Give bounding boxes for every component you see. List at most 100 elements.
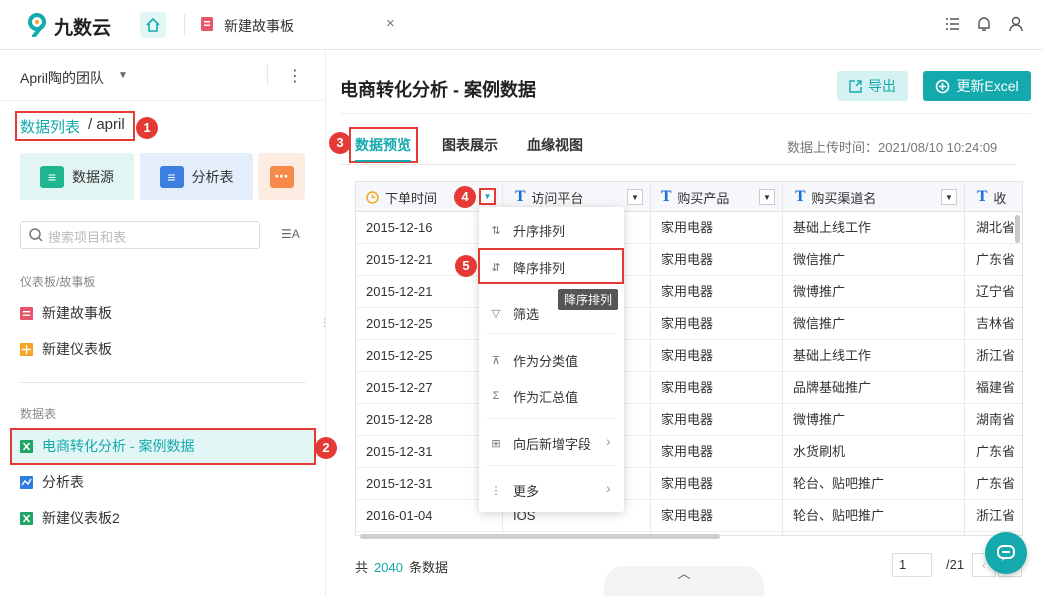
column-header-product[interactable]: T 购买产品: [661, 182, 729, 212]
table-cell: 广东省: [976, 252, 1016, 267]
tab-chart-view[interactable]: 图表展示: [442, 135, 498, 155]
record-count-suffix: 条数据: [408, 560, 448, 575]
section-title: 数据表: [20, 407, 57, 421]
table-cell: 家用电器: [661, 284, 714, 299]
column-dropdown-button[interactable]: ▼: [479, 188, 496, 205]
divider: [340, 164, 1016, 165]
table-cell: 浙江省: [976, 508, 1016, 523]
export-button[interactable]: 导出: [837, 71, 908, 101]
more-icon[interactable]: ⋮: [287, 66, 303, 86]
annotation-badge: 1: [136, 117, 158, 139]
column-dropdown-button[interactable]: ▼: [627, 189, 643, 205]
divider: [340, 113, 1030, 114]
list-icon[interactable]: [943, 15, 961, 33]
tooltip: 降序排列: [558, 289, 619, 310]
chevron-down-icon[interactable]: ▼: [118, 70, 128, 81]
table-cell: 家用电器: [661, 412, 714, 427]
column-header-order-time[interactable]: 下单时间: [366, 182, 437, 212]
menu-item-label: 升序排列: [513, 223, 566, 239]
menu-item-add-field[interactable]: ⊞ 向后新增字段: [489, 433, 591, 453]
menu-item-filter[interactable]: ▽ 筛选: [489, 303, 539, 323]
search-icon: [29, 228, 43, 242]
close-icon[interactable]: ×: [386, 15, 395, 32]
table-cell: 水货刷机: [793, 444, 846, 459]
sidebar-item-analysis[interactable]: 分析表: [20, 471, 84, 493]
home-icon: [146, 17, 160, 32]
home-button[interactable]: [140, 12, 166, 38]
breadcrumb-link[interactable]: 数据列表: [20, 116, 80, 137]
search-placeholder: 搜索项目和表: [48, 230, 127, 245]
menu-item-sort-asc[interactable]: ⇅ 升序排列: [489, 220, 565, 240]
text-type-icon: T: [515, 189, 526, 205]
table-cell: 基础上线工作: [793, 220, 872, 235]
menu-item-sort-desc[interactable]: ⇵ 降序排列: [489, 257, 565, 277]
column-header-province[interactable]: T 收: [977, 182, 1006, 212]
datasource-label: 数据源: [72, 168, 114, 185]
vertical-scrollbar[interactable]: [1015, 215, 1020, 243]
table-cell: 轮台、贴吧推广: [793, 476, 885, 491]
menu-divider: [487, 418, 616, 419]
table-cell: 福建省: [976, 380, 1016, 395]
collapse-panel-button[interactable]: ︿: [604, 566, 764, 596]
page-number-input[interactable]: 1: [892, 553, 932, 577]
menu-item-label: 降序排列: [513, 260, 566, 276]
table-cell: 家用电器: [661, 252, 714, 267]
add-column-icon: ⊞: [491, 437, 501, 450]
menu-item-label: 更多: [513, 483, 540, 499]
table-cell: 家用电器: [661, 476, 714, 491]
column-dropdown-button[interactable]: ▼: [941, 189, 957, 205]
update-excel-button[interactable]: 更新Excel: [923, 71, 1031, 101]
bell-icon[interactable]: [975, 15, 993, 33]
chart-icon: [20, 475, 33, 489]
sort-asc-icon: ⇅: [491, 224, 501, 237]
table-cell: 基础上线工作: [793, 348, 872, 363]
sidebar-item-dashboard2[interactable]: 新建仪表板2: [20, 507, 120, 529]
tab-storyboard[interactable]: 新建故事板: [224, 16, 294, 36]
tab-lineage-view[interactable]: 血缘视图: [527, 135, 583, 155]
datasource-icon: ≡: [40, 165, 64, 188]
sum-icon: Σ: [492, 390, 500, 402]
breadcrumb-current: / april: [88, 116, 125, 133]
tab-active-indicator: [355, 160, 411, 162]
resize-handle[interactable]: ⋮: [319, 316, 330, 329]
sidebar-item-label: 新建仪表板2: [42, 510, 120, 526]
record-count-prefix: 共: [355, 560, 369, 575]
column-label: 访问平台: [531, 190, 584, 206]
divider: [0, 100, 326, 101]
chat-icon: [997, 545, 1015, 561]
team-name[interactable]: April陶的团队: [20, 68, 104, 88]
sidebar-item-ecommerce[interactable]: 电商转化分析 - 案例数据: [20, 435, 194, 457]
column-label: 购买渠道名: [811, 190, 877, 206]
table-cell: 家用电器: [661, 508, 714, 523]
menu-item-as-dimension[interactable]: ⊼ 作为分类值: [489, 350, 578, 370]
hierarchy-icon: ⊼: [491, 354, 501, 367]
upload-time: 数据上传时间：2021/08/10 10:24:09: [787, 140, 998, 155]
filter-icon: ▽: [491, 307, 501, 320]
chat-button[interactable]: [985, 532, 1027, 574]
annotation-badge: 4: [454, 186, 476, 208]
column-label: 购买产品: [677, 190, 730, 206]
sidebar-item-label: 新建故事板: [42, 305, 112, 321]
chevron-right-icon: ›: [606, 480, 611, 496]
sidebar-item-dashboard[interactable]: 新建仪表板: [20, 338, 112, 360]
more-card[interactable]: ⋯: [258, 153, 305, 200]
sidebar-item-storyboard[interactable]: 新建故事板: [20, 302, 112, 324]
user-icon[interactable]: [1007, 15, 1025, 33]
tab-data-preview[interactable]: 数据预览: [355, 135, 411, 155]
menu-item-more[interactable]: ⋮ 更多: [489, 480, 540, 500]
table-cell: 微信推广: [793, 316, 846, 331]
analysis-label: 分析表: [191, 168, 234, 185]
sort-icon[interactable]: ☰A: [281, 227, 300, 241]
text-type-icon: T: [661, 189, 672, 205]
page-title: 电商转化分析 - 案例数据: [340, 80, 536, 100]
analysis-card[interactable]: ≡ 分析表: [140, 153, 253, 200]
annotation-badge: 3: [329, 132, 351, 154]
column-header-channel[interactable]: T 购买渠道名: [795, 182, 876, 212]
menu-item-as-measure[interactable]: Σ 作为汇总值: [489, 386, 578, 406]
horizontal-scrollbar[interactable]: [360, 534, 720, 539]
datasource-card[interactable]: ≡ 数据源: [20, 153, 134, 200]
text-type-icon: T: [977, 189, 988, 205]
table-cell: 品牌基础推广: [793, 380, 872, 395]
analysis-icon: ≡: [159, 165, 184, 188]
column-dropdown-button[interactable]: ▼: [759, 189, 775, 205]
